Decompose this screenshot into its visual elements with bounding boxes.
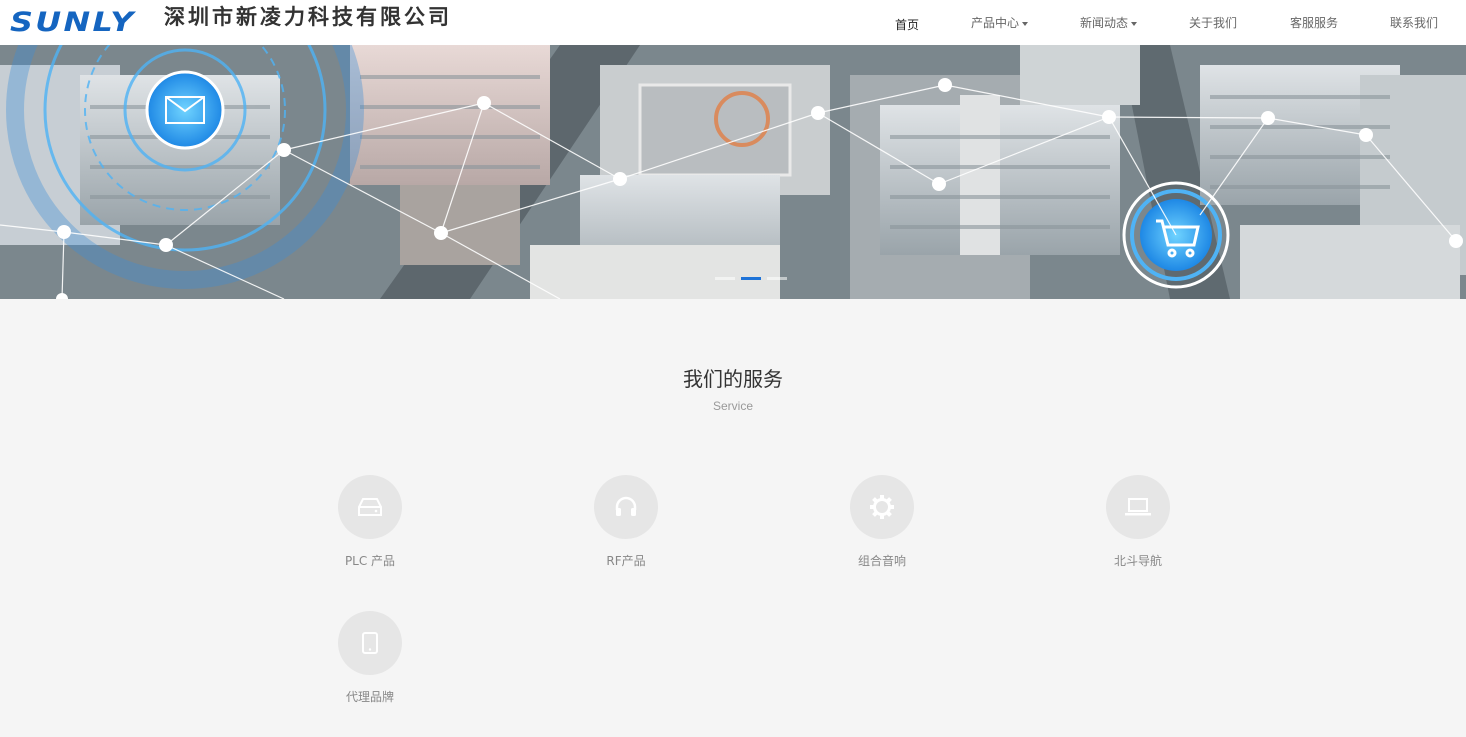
gear-icon xyxy=(870,495,894,519)
chevron-down-icon xyxy=(1131,21,1138,26)
service-rf[interactable]: RF产品 xyxy=(546,475,706,569)
nav-products[interactable]: 产品中心 xyxy=(971,14,1029,31)
carousel-indicator-2[interactable] xyxy=(741,277,761,280)
laptop-icon xyxy=(1125,498,1151,516)
service-label: PLC 产品 xyxy=(344,554,396,568)
header: SUNLY 深圳市新凌力科技有限公司 首页 产品中心 新闻动态 关于我们 客服服… xyxy=(0,0,1466,45)
carousel-indicator-1[interactable] xyxy=(715,277,735,280)
hard-drive-icon xyxy=(358,498,382,516)
nav-about[interactable]: 关于我们 xyxy=(1189,14,1237,31)
chevron-down-icon xyxy=(1022,21,1029,26)
service-icon-circle xyxy=(1106,475,1170,539)
section-subtitle: Service xyxy=(712,399,753,413)
banner-image xyxy=(0,45,1466,299)
service-plc[interactable]: PLC 产品 xyxy=(290,475,450,569)
hero-banner[interactable] xyxy=(0,45,1466,299)
service-beidou[interactable]: 北斗导航 xyxy=(1058,475,1218,569)
nav-customer-service[interactable]: 客服服务 xyxy=(1290,14,1338,31)
carousel-indicator-3[interactable] xyxy=(767,277,787,280)
service-label: 北斗导航 xyxy=(1113,554,1162,568)
carousel-indicators xyxy=(715,277,787,280)
service-label: 代理品牌 xyxy=(345,690,394,704)
service-agency-brands[interactable]: 代理品牌 xyxy=(290,611,450,705)
main-nav: 首页 产品中心 新闻动态 关于我们 客服服务 联系我们 xyxy=(0,0,1466,45)
headphones-icon xyxy=(615,496,637,516)
nav-home[interactable]: 首页 xyxy=(895,16,919,33)
nav-news[interactable]: 新闻动态 xyxy=(1080,14,1138,31)
service-icon-circle xyxy=(594,475,658,539)
service-label: 组合音响 xyxy=(857,554,906,568)
service-icon-circle xyxy=(338,475,402,539)
section-title: 我们的服务 xyxy=(683,367,783,391)
service-icon-circle xyxy=(850,475,914,539)
nav-contact[interactable]: 联系我们 xyxy=(1390,14,1438,31)
service-label: RF产品 xyxy=(606,554,646,568)
service-icon-circle xyxy=(338,611,402,675)
service-audio[interactable]: 组合音响 xyxy=(802,475,962,569)
tablet-icon xyxy=(362,632,378,654)
